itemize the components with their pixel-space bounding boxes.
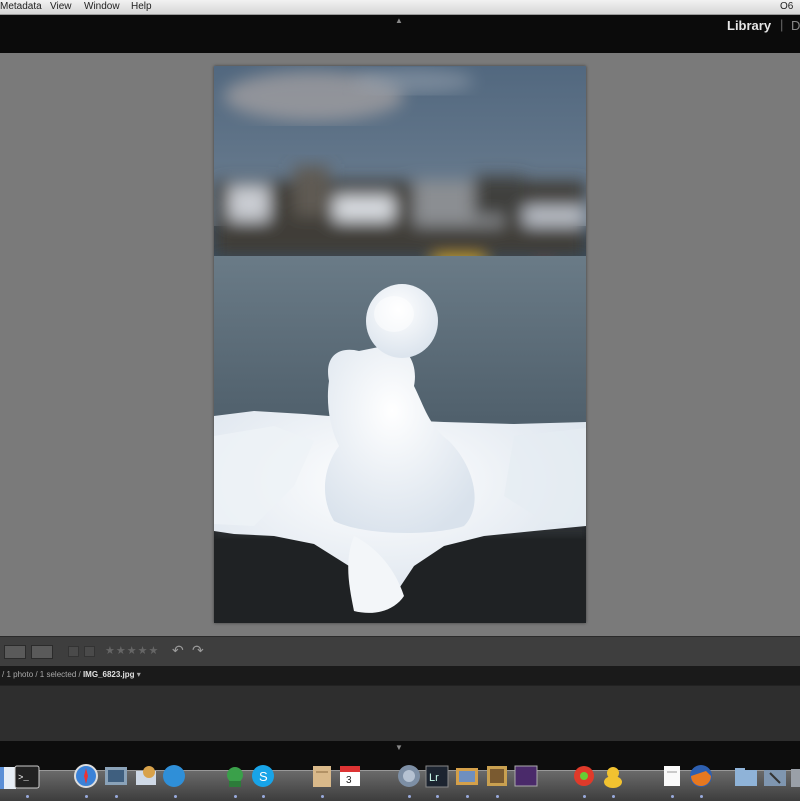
menu-bar: Metadata View Window Help O6 <box>0 0 800 15</box>
menu-window[interactable]: Window <box>84 1 120 12</box>
photo-preview[interactable] <box>214 66 586 623</box>
running-indicator <box>466 795 469 798</box>
trash-icon[interactable] <box>788 763 800 789</box>
adium-icon[interactable] <box>222 763 248 789</box>
svg-text:S: S <box>259 769 268 784</box>
running-indicator <box>234 795 237 798</box>
running-indicator <box>436 795 439 798</box>
source-dropdown-icon[interactable]: ▾ <box>137 670 141 679</box>
alfred-icon[interactable] <box>513 763 539 789</box>
mail-icon[interactable] <box>133 763 159 789</box>
grid-view-button[interactable] <box>4 645 26 659</box>
svg-text:3: 3 <box>346 775 352 786</box>
library-toolbar: ★★★★★ ↶ ↷ <box>0 636 800 666</box>
source-path-prefix: / 1 photo / 1 selected / <box>2 670 81 679</box>
running-indicator <box>262 795 265 798</box>
snowman-photo <box>214 66 586 623</box>
running-indicator <box>671 795 674 798</box>
svg-text:Lr: Lr <box>429 772 439 784</box>
safari-icon[interactable] <box>73 763 99 789</box>
menubar-status: O6 <box>780 1 794 12</box>
flag-pick-icon[interactable] <box>68 646 79 657</box>
module-develop[interactable]: D <box>791 18 800 33</box>
downloads-folder-icon[interactable] <box>733 763 759 789</box>
cyberduck-icon[interactable] <box>600 763 626 789</box>
running-indicator <box>408 795 411 798</box>
loupe-view-button[interactable] <box>31 645 53 659</box>
calendar-icon[interactable]: 3 <box>337 763 363 789</box>
skype-icon[interactable]: S <box>250 763 276 789</box>
source-path[interactable]: / 1 photo / 1 selected / IMG_6823.jpg ▾ <box>2 670 141 679</box>
network-utility-icon[interactable] <box>396 763 422 789</box>
filmstrip[interactable] <box>0 685 800 741</box>
menu-metadata[interactable]: Metadata <box>0 1 42 12</box>
module-separator: | <box>780 17 784 32</box>
flag-reject-icon[interactable] <box>84 646 95 657</box>
lightroom-icon[interactable]: Lr <box>424 763 450 789</box>
running-indicator <box>115 795 118 798</box>
utilities-folder-icon[interactable] <box>762 763 788 789</box>
running-indicator <box>321 795 324 798</box>
rotate-right-icon[interactable]: ↷ <box>192 642 204 659</box>
collapse-bottom-panel-icon[interactable]: ▼ <box>395 743 403 752</box>
terminal-icon[interactable]: >_ <box>14 764 40 790</box>
running-indicator <box>583 795 586 798</box>
running-indicator <box>26 795 29 798</box>
star-rating[interactable]: ★★★★★ <box>105 644 159 657</box>
growl-icon[interactable] <box>571 763 597 789</box>
running-indicator <box>174 795 177 798</box>
running-indicator <box>612 795 615 798</box>
selected-filename: IMG_6823.jpg <box>82 670 135 679</box>
preview-icon[interactable] <box>103 763 129 789</box>
menu-view[interactable]: View <box>50 1 72 12</box>
running-indicator <box>85 795 88 798</box>
script-editor-icon[interactable] <box>309 763 335 789</box>
menu-help[interactable]: Help <box>131 1 152 12</box>
module-bar: ▲ <box>0 15 800 53</box>
running-indicator <box>496 795 499 798</box>
rotate-left-icon[interactable]: ↶ <box>172 642 184 659</box>
collapse-top-panel-icon[interactable]: ▲ <box>395 16 403 25</box>
svg-text:>_: >_ <box>18 773 29 783</box>
messages-icon[interactable] <box>161 763 187 789</box>
module-library[interactable]: Library <box>727 18 771 33</box>
photo-booth-icon[interactable] <box>484 763 510 789</box>
textedit-icon[interactable] <box>659 763 685 789</box>
firefox-icon[interactable] <box>688 763 714 789</box>
iphoto-icon[interactable] <box>454 763 480 789</box>
running-indicator <box>700 795 703 798</box>
filmstrip-source-bar: / 1 photo / 1 selected / IMG_6823.jpg ▾ <box>0 666 800 685</box>
